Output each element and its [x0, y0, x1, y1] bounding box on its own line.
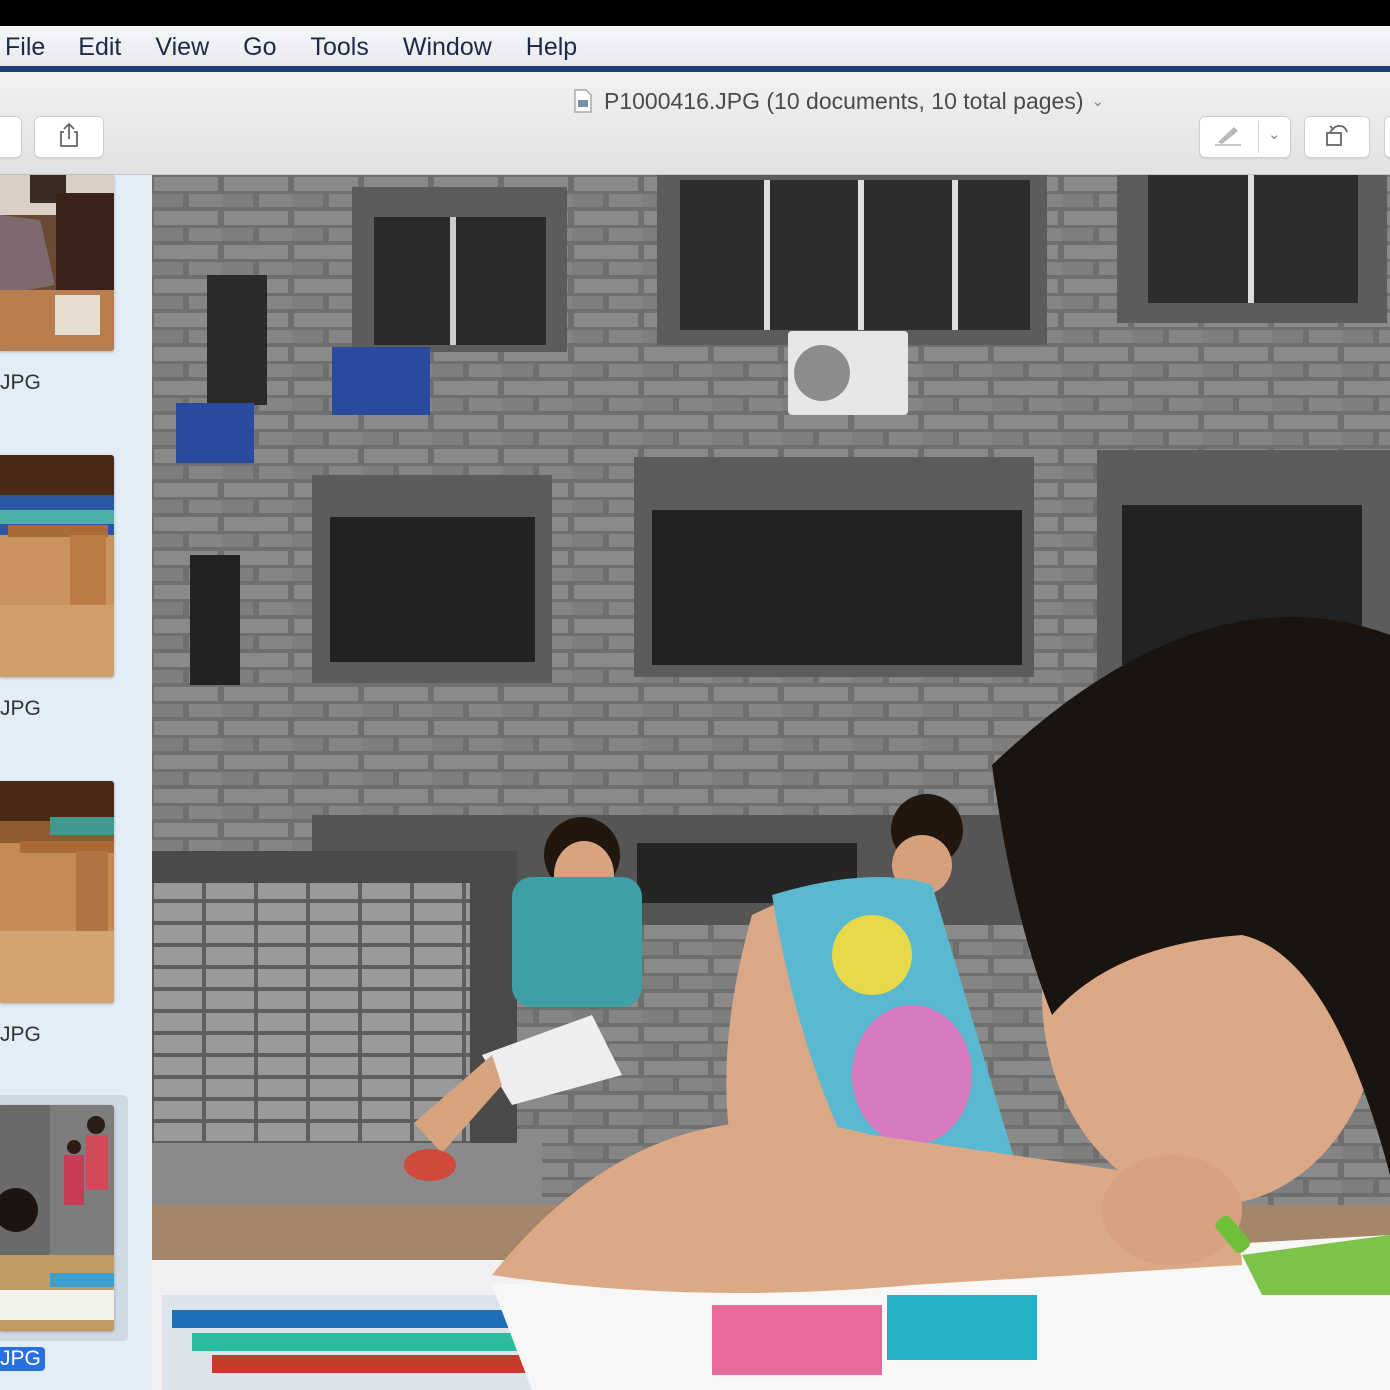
rotate-button[interactable] — [1304, 116, 1370, 158]
thumbnail-3[interactable] — [0, 781, 114, 1003]
chevron-down-icon[interactable]: ⌄ — [1268, 125, 1281, 143]
thumbnail-1-label: JPG — [0, 371, 41, 394]
thumbnail-sidebar: JPG JPG JPG JPG — [0, 175, 152, 1390]
menu-tools[interactable]: Tools — [311, 33, 369, 62]
pen-markup-icon — [1214, 124, 1244, 151]
menu-edit[interactable]: Edit — [78, 33, 121, 62]
document-icon — [574, 89, 592, 113]
photo-viewer[interactable] — [152, 175, 1390, 1390]
document-title[interactable]: P1000416.JPG (10 documents, 10 total pag… — [574, 84, 1104, 118]
thumbnail-4[interactable] — [0, 1105, 114, 1331]
menu-go[interactable]: Go — [243, 33, 276, 62]
menu-view[interactable]: View — [155, 33, 209, 62]
thumbnail-4-label: JPG — [0, 1347, 45, 1371]
sidebar-toggle-button[interactable] — [0, 116, 22, 158]
thumbnail-2-label: JPG — [0, 697, 41, 720]
screen-top-edge — [0, 0, 1390, 26]
thumbnail-3-label: JPG — [0, 1023, 41, 1046]
menu-file[interactable]: File — [5, 33, 45, 62]
menu-window[interactable]: Window — [403, 33, 492, 62]
menu-bar: File Edit View Go Tools Window Help — [0, 26, 1390, 68]
thumbnail-1[interactable] — [0, 175, 114, 351]
share-icon — [58, 122, 80, 153]
photo-image — [152, 175, 1390, 1390]
thumbnail-2[interactable] — [0, 455, 114, 677]
window-toolbar: P1000416.JPG (10 documents, 10 total pag… — [0, 72, 1390, 175]
search-button[interactable] — [1384, 116, 1390, 158]
chevron-down-icon[interactable]: ⌄ — [1091, 92, 1104, 110]
markup-divider — [1258, 121, 1259, 153]
rotate-left-icon — [1323, 121, 1351, 154]
document-title-text: P1000416.JPG (10 documents, 10 total pag… — [604, 87, 1084, 114]
markup-button[interactable]: ⌄ — [1199, 116, 1291, 158]
menu-help[interactable]: Help — [526, 33, 577, 62]
share-button[interactable] — [34, 116, 104, 158]
